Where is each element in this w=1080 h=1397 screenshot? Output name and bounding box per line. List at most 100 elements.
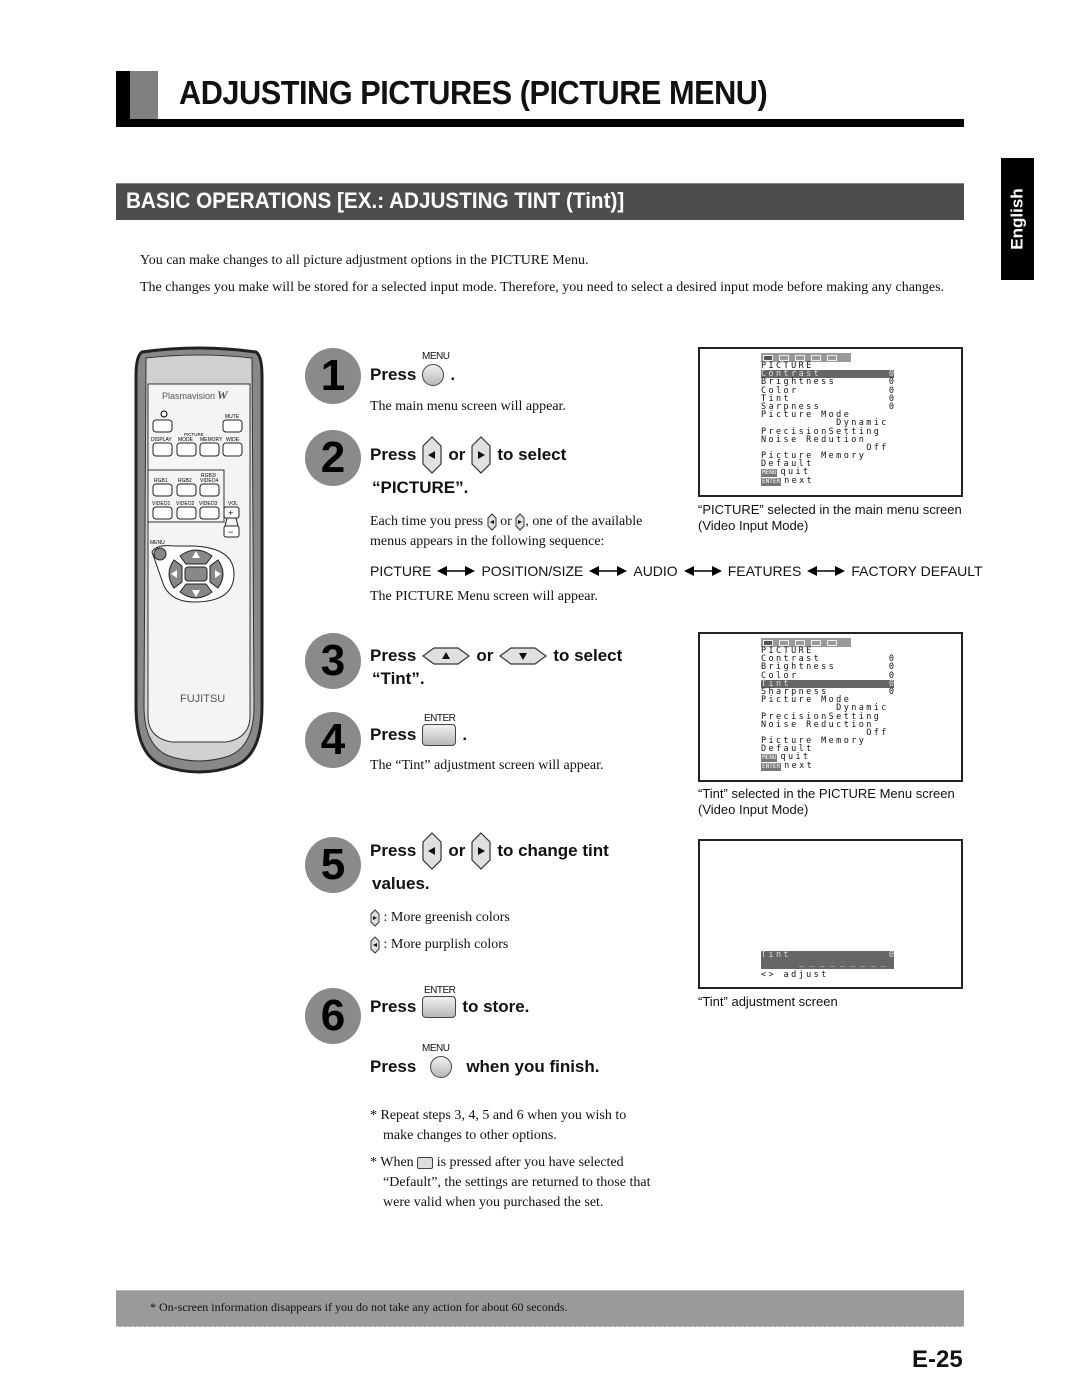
sequence-item: FEATURES	[727, 563, 802, 579]
tint-level-bar: _ _ _ _ _ _ _ _ _	[799, 958, 886, 969]
svg-text:MODE: MODE	[178, 437, 194, 443]
screen-3-caption: “Tint” adjustment screen	[698, 994, 838, 1009]
right-arrow-button-icon	[471, 832, 491, 870]
left-arrow-effect: : More purplish colors	[370, 935, 508, 955]
remote-control-illustration: Plasmavision W MUTE DISPLAY MODE PICTURE…	[134, 346, 264, 786]
svg-text:VOL: VOL	[228, 501, 238, 507]
svg-text:VIDEO4: VIDEO4	[200, 478, 219, 484]
menu-button-icon	[430, 1056, 453, 1078]
step-2-description: Each time you press or , one of the avai…	[370, 512, 670, 552]
osd-screen-picture-main: PICTURE Contrast 0 Brightness 0 Color 0 Tint 0 S…	[698, 347, 963, 497]
press-label: Press	[370, 445, 417, 464]
step-6-suffix: to store.	[462, 997, 530, 1016]
enter-button-icon	[422, 996, 457, 1018]
step-1-number: 1	[305, 348, 361, 404]
screen-2-caption: “Tint” selected in the PICTURE Menu scre…	[698, 786, 955, 817]
step-2-result: The PICTURE Menu screen will appear.	[370, 589, 598, 604]
or-label: or	[448, 841, 466, 860]
step-2-suffix: to select	[497, 445, 567, 464]
step-2-target: “PICTURE”.	[372, 478, 469, 497]
press-label: Press	[370, 365, 417, 384]
next-label: next	[784, 760, 815, 771]
osd-item-value: 0	[888, 401, 894, 412]
press-label: Press	[370, 997, 417, 1016]
step-5-heading: Press or to change tint	[370, 832, 609, 870]
svg-text:FUJITSU: FUJITSU	[180, 693, 225, 705]
enter-button-icon	[422, 724, 457, 746]
sequence-item: PICTURE	[370, 563, 432, 579]
step-3-heading: Press or to select	[370, 646, 622, 666]
step-5-target: values.	[372, 874, 430, 893]
enter-button-caption: ENTER	[424, 713, 456, 724]
page-number: E-25	[912, 1346, 963, 1373]
step-2-number: 2	[305, 430, 361, 486]
or-label: or	[448, 445, 466, 464]
or-label: or	[476, 646, 494, 665]
section-title: BASIC OPERATIONS [EX.: ADJUSTING TINT (T…	[126, 188, 625, 213]
step-3-target: “Tint”.	[372, 669, 425, 688]
svg-text:RGB1: RGB1	[154, 478, 168, 484]
note-text: * When	[370, 1155, 414, 1170]
left-arrow-button-icon	[422, 436, 442, 474]
osd-next: ENTER next	[761, 760, 894, 771]
right-arrow-small-icon	[370, 909, 380, 927]
press-label: Press	[370, 1057, 417, 1076]
desc-or: or	[500, 514, 512, 529]
intro-paragraph-2: The changes you make will be stored for …	[140, 280, 945, 295]
step-4-number: 4	[305, 712, 361, 768]
down-arrow-button-icon	[499, 647, 548, 665]
step-1-heading: Press .	[370, 364, 455, 386]
press-label: Press	[370, 725, 417, 744]
step-2-heading: Press or to select	[370, 436, 566, 474]
svg-text:MENU: MENU	[150, 540, 165, 546]
step-4-suffix: .	[462, 725, 468, 744]
step-6-number: 6	[305, 988, 361, 1044]
left-arrow-button-icon	[422, 832, 442, 870]
menu-button-caption: MENU	[422, 351, 450, 362]
menu-sequence: PICTURE POSITION/SIZE AUDIO FEATURES FAC…	[370, 563, 983, 579]
svg-text:W: W	[217, 388, 229, 402]
osd-quit: MENU quit	[761, 753, 894, 763]
svg-text:VIDEO1: VIDEO1	[152, 501, 171, 507]
desc-text: Each time you press	[370, 514, 484, 529]
svg-text:MEMORY: MEMORY	[200, 437, 223, 443]
step-4-heading: Press .	[370, 724, 467, 746]
note-default: * When is pressed after you have selecte…	[370, 1153, 670, 1213]
up-arrow-button-icon	[422, 647, 471, 665]
adjust-hint: <> adjust	[761, 970, 829, 980]
step-1-description: The main menu screen will appear.	[370, 399, 566, 414]
menu-button-caption: MENU	[422, 1043, 450, 1054]
sequence-item: FACTORY DEFAULT	[851, 563, 983, 579]
step-6-heading: Press to store.	[370, 996, 529, 1018]
step-1-suffix: .	[450, 365, 456, 384]
double-arrow-icon	[589, 566, 628, 576]
purplish-label: : More purplish colors	[383, 937, 509, 952]
right-arrow-button-icon	[471, 436, 491, 474]
next-label: next	[784, 475, 815, 486]
right-arrow-small-icon	[515, 513, 525, 531]
step-5-suffix: to change tint	[497, 841, 609, 860]
double-arrow-icon	[807, 566, 846, 576]
svg-text:Plasmavision: Plasmavision	[162, 391, 215, 401]
step-3-suffix: to select	[553, 646, 623, 665]
svg-text:RGB2: RGB2	[178, 478, 192, 484]
sequence-item: AUDIO	[633, 563, 678, 579]
double-arrow-icon	[683, 566, 722, 576]
osd-screen-tint-adjust: Tint 0 _ _ _ _ _ _ _ _ _ <> adjust	[698, 839, 963, 989]
step-3-number: 3	[305, 633, 361, 689]
language-tab-label: English	[1001, 158, 1034, 280]
press-label: Press	[370, 646, 417, 665]
enter-tag: ENTER	[761, 477, 782, 486]
svg-text:−: −	[228, 527, 233, 537]
right-arrow-effect: : More greenish colors	[370, 908, 510, 928]
step-6-finish-suffix: when you finish.	[466, 1057, 600, 1076]
title-accent-gray	[130, 71, 158, 119]
osd-screen-tint-selected: PICTURE Contrast 0 Brightness 0 Color 0 Tint 0 S…	[698, 632, 963, 782]
svg-text:VIDEO3: VIDEO3	[199, 501, 218, 507]
osd-menu: PICTURE Contrast 0 Brightness 0 Color 0 Tint 0 S…	[761, 353, 894, 486]
remote-control-body: Plasmavision W MUTE DISPLAY MODE PICTURE…	[134, 346, 264, 774]
osd-next: ENTER next	[761, 475, 894, 486]
enter-button-caption: ENTER	[424, 985, 456, 996]
osd-quit: MENU quit	[761, 468, 894, 478]
osd-item-value: 0	[888, 686, 894, 697]
